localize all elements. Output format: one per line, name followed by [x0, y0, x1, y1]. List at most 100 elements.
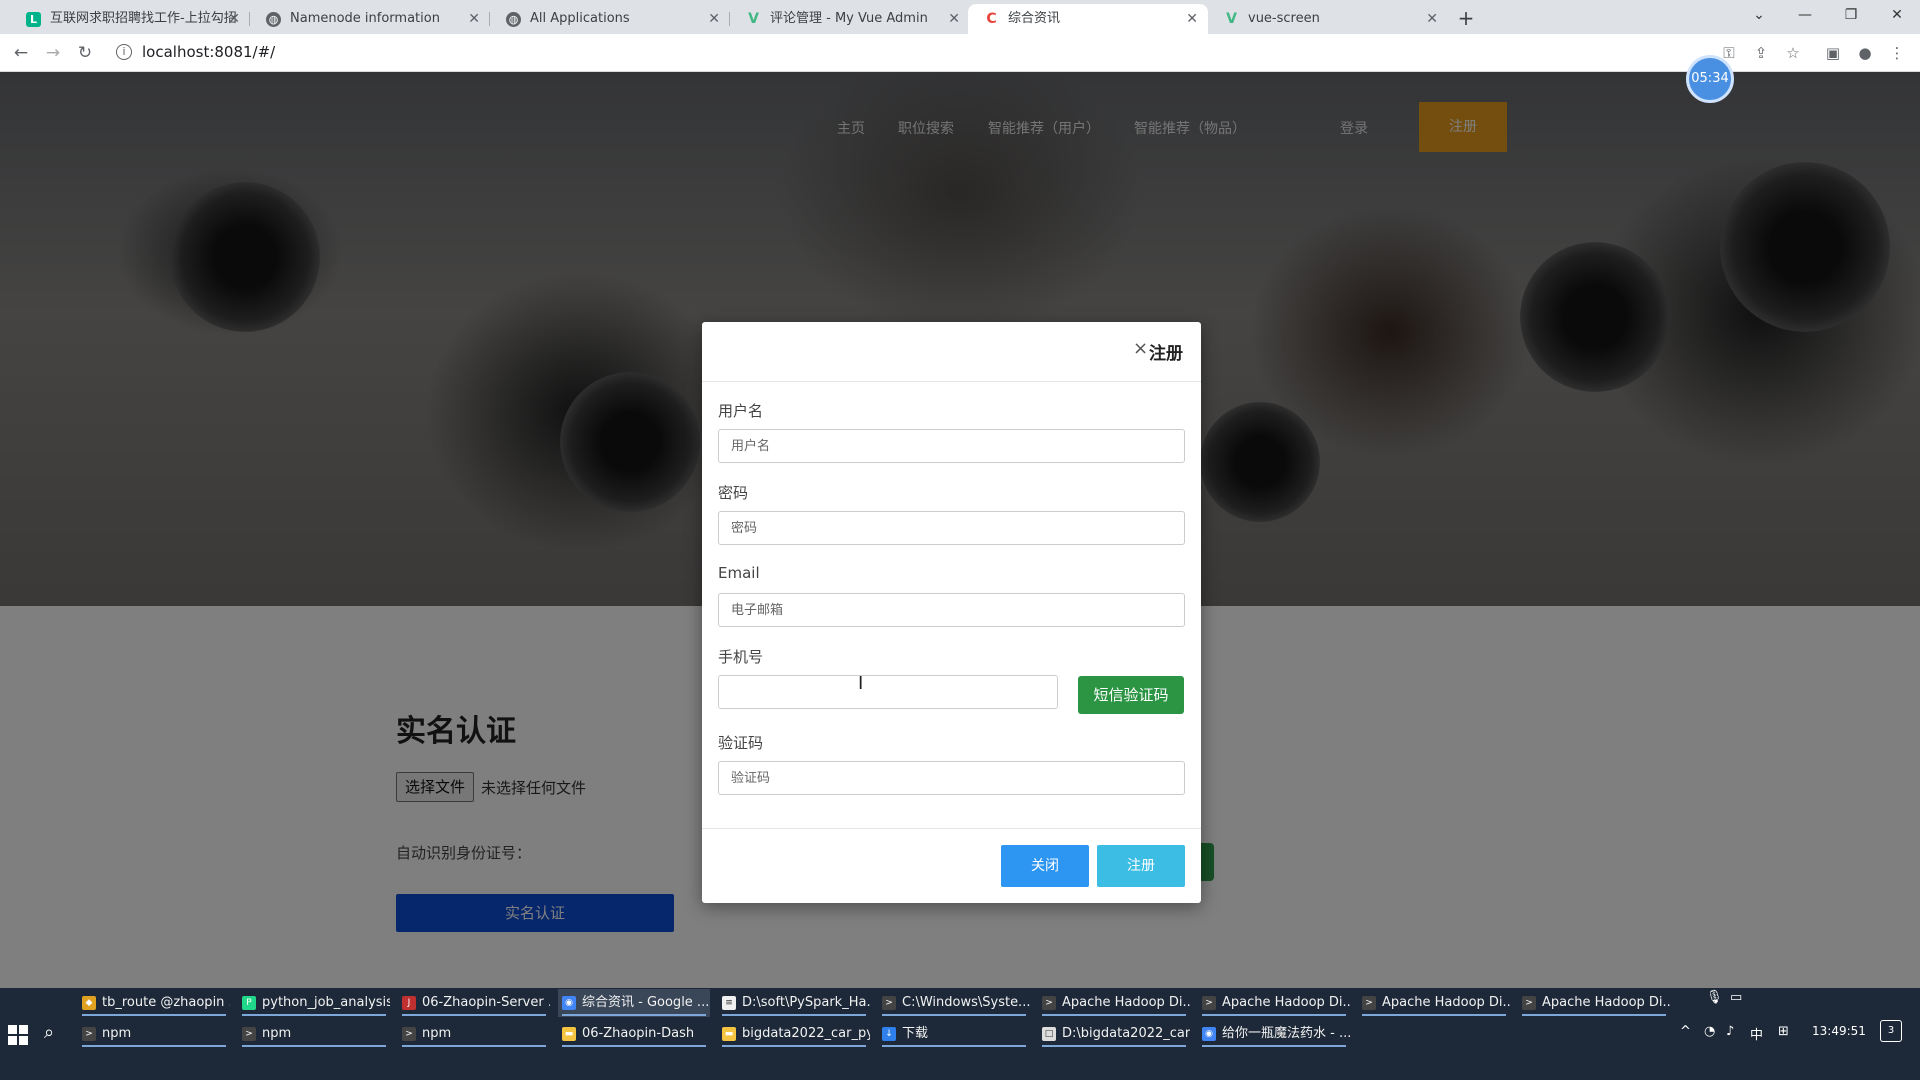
- taskbar-item[interactable]: > npm: [78, 1020, 230, 1048]
- sms-code-button[interactable]: 短信验证码: [1078, 676, 1184, 714]
- globe-icon: ◍: [506, 12, 521, 27]
- taskbar-item-label: 综合资讯 - Google ...: [582, 995, 710, 1010]
- cmd-icon: >: [1522, 996, 1536, 1010]
- close-window-button[interactable]: ✕: [1874, 0, 1920, 30]
- phone-input[interactable]: [718, 675, 1058, 709]
- taskbar-clock[interactable]: 13:49:51: [1812, 1024, 1866, 1038]
- pycharm-icon: P: [242, 996, 256, 1010]
- close-tab-icon[interactable]: ✕: [228, 4, 240, 34]
- taskbar-item[interactable]: ◉ 综合资讯 - Google ...: [558, 989, 710, 1017]
- code-label: 验证码: [718, 734, 764, 752]
- phone-label: 手机号: [718, 648, 764, 666]
- code-input[interactable]: [718, 761, 1185, 795]
- taskbar-item-label: bigdata2022_car_py...: [742, 1026, 870, 1041]
- taskbar-item[interactable]: □ D:\bigdata2022_car...: [1038, 1020, 1190, 1048]
- minimize-button[interactable]: —: [1782, 0, 1828, 30]
- username-input[interactable]: [718, 429, 1185, 463]
- cmd-icon: >: [82, 1027, 96, 1041]
- microphone-icon[interactable]: 🎙: [1706, 990, 1723, 1005]
- search-icon[interactable]: ⌕: [44, 1022, 54, 1043]
- taskbar-item-label: python_job_analysis...: [262, 995, 390, 1010]
- close-tab-icon[interactable]: ✕: [468, 4, 480, 34]
- ime-indicator[interactable]: 中: [1750, 1024, 1763, 1043]
- download-icon: ↓: [882, 1027, 896, 1041]
- cmd-icon: >: [242, 1027, 256, 1041]
- globe-icon: ◍: [266, 12, 281, 27]
- modal-title: 注册: [1149, 344, 1183, 364]
- volume-icon[interactable]: ♪: [1726, 1024, 1734, 1039]
- taskbar-item-label: npm: [262, 1026, 292, 1041]
- battery-icon[interactable]: ▭: [1730, 990, 1742, 1005]
- notification-icon[interactable]: 3: [1880, 1020, 1902, 1042]
- browser-tab[interactable]: V 评论管理 - My Vue Admin ✕: [730, 4, 970, 34]
- keyboard-icon[interactable]: ⊞: [1778, 1024, 1789, 1039]
- notepad-icon: ≡: [722, 996, 736, 1010]
- taskbar-item[interactable]: ◆ tb_route @zhaopin ...: [78, 989, 230, 1017]
- taskbar-item[interactable]: > C:\Windows\Syste...: [878, 989, 1030, 1017]
- windows-start-icon[interactable]: [8, 1025, 28, 1045]
- tab-title: vue-screen: [1248, 11, 1320, 26]
- modal-register-button[interactable]: 注册: [1097, 845, 1185, 887]
- network-icon[interactable]: ◔: [1704, 1024, 1715, 1039]
- taskbar-item[interactable]: > Apache Hadoop Di...: [1518, 989, 1670, 1017]
- close-tab-icon[interactable]: ✕: [948, 4, 960, 34]
- taskbar-item[interactable]: ↓ 下载: [878, 1020, 1030, 1048]
- taskbar-item[interactable]: > Apache Hadoop Di...: [1358, 989, 1510, 1017]
- modal-close-button[interactable]: 关闭: [1001, 845, 1089, 887]
- site-info-icon[interactable]: i: [116, 44, 132, 60]
- tab-strip: L 互联网求职招聘找工作-上拉勾招 ✕ ◍ Namenode informati…: [0, 0, 1920, 34]
- menu-icon[interactable]: ⋮: [1886, 42, 1908, 64]
- close-tab-icon[interactable]: ✕: [1426, 4, 1438, 34]
- browser-tab[interactable]: ◍ Namenode information ✕: [250, 4, 490, 34]
- taskbar-item-label: Apache Hadoop Di...: [1222, 995, 1350, 1010]
- taskbar-item-label: tb_route @zhaopin ...: [102, 995, 230, 1010]
- new-tab-button[interactable]: +: [1452, 4, 1480, 32]
- text-cursor-icon: I: [858, 673, 864, 694]
- taskbar-item[interactable]: Ppython_job_analysis...: [238, 989, 390, 1017]
- taskbar-item-label: D:\soft\PySpark_Ha...: [742, 995, 870, 1010]
- taskbar-item[interactable]: J 06-Zhaopin-Server ...: [398, 989, 550, 1017]
- taskbar-item[interactable]: ▬ 06-Zhaopin-Dash: [558, 1020, 710, 1048]
- modal-divider: [702, 828, 1201, 829]
- taskbar-item[interactable]: ≡ D:\soft\PySpark_Ha...: [718, 989, 870, 1017]
- browser-tab[interactable]: L 互联网求职招聘找工作-上拉勾招 ✕: [10, 4, 250, 34]
- reload-icon[interactable]: ↻: [72, 40, 98, 66]
- window-icon: □: [1042, 1027, 1056, 1041]
- taskbar-item[interactable]: > npm: [398, 1020, 550, 1048]
- side-panel-icon[interactable]: ▣: [1822, 42, 1844, 64]
- profile-icon[interactable]: ●: [1854, 42, 1876, 64]
- close-tab-icon[interactable]: ✕: [1186, 4, 1198, 34]
- restore-button[interactable]: ❐: [1828, 0, 1874, 30]
- cmd-icon: >: [1042, 996, 1056, 1010]
- bookmark-star-icon[interactable]: ☆: [1782, 42, 1804, 64]
- browser-tab[interactable]: V vue-screen ✕: [1208, 4, 1448, 34]
- cmd-icon: >: [1202, 996, 1216, 1010]
- password-label: 密码: [718, 484, 749, 502]
- tab-title: All Applications: [530, 11, 630, 26]
- share-icon[interactable]: ⇪: [1750, 42, 1772, 64]
- tab-title: 评论管理 - My Vue Admin: [770, 11, 928, 26]
- chevron-up-icon[interactable]: ^: [1680, 1024, 1691, 1039]
- taskbar-item[interactable]: > npm: [238, 1020, 390, 1048]
- address-bar[interactable]: localhost:8081/#/: [142, 43, 275, 61]
- taskbar-item-label: 06-Zhaopin-Dash: [582, 1026, 695, 1041]
- browser-tab[interactable]: ◍ All Applications ✕: [490, 4, 730, 34]
- taskbar-item[interactable]: > Apache Hadoop Di...: [1198, 989, 1350, 1017]
- back-icon[interactable]: ←: [8, 40, 34, 66]
- chrome-icon: ◉: [1202, 1027, 1216, 1041]
- taskbar-item[interactable]: ◉ 给你一瓶魔法药水 - ...: [1198, 1020, 1350, 1048]
- close-tab-icon[interactable]: ✕: [708, 4, 720, 34]
- browser-tab-active[interactable]: C 综合资讯 ✕: [968, 4, 1208, 34]
- forward-icon[interactable]: →: [40, 40, 66, 66]
- taskbar-item-label: C:\Windows\Syste...: [902, 995, 1030, 1010]
- browser-toolbar: ← → ↻ i localhost:8081/#/ ⚿ ⇪ ☆ ▣ ● ⋮: [0, 34, 1920, 72]
- tab-search-icon[interactable]: ⌄: [1736, 0, 1782, 30]
- folder-icon: ▬: [562, 1027, 576, 1041]
- taskbar-item[interactable]: > Apache Hadoop Di...: [1038, 989, 1190, 1017]
- close-icon[interactable]: ×: [1133, 338, 1148, 359]
- cmd-icon: >: [882, 996, 896, 1010]
- email-input[interactable]: [718, 593, 1185, 627]
- password-input[interactable]: [718, 511, 1185, 545]
- taskbar-item[interactable]: ▬ bigdata2022_car_py...: [718, 1020, 870, 1048]
- tab-title: 综合资讯: [1008, 11, 1061, 26]
